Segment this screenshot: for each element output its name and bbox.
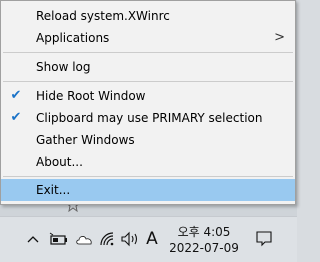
battery-icon[interactable] — [48, 230, 68, 248]
menu-item-clipboard-primary[interactable]: ✔ Clipboard may use PRIMARY selection — [1, 107, 295, 129]
checkmark-icon: ✔ — [10, 88, 22, 103]
menu-item-exit[interactable]: Exit... — [1, 179, 295, 201]
checkmark-icon: ✔ — [10, 110, 22, 125]
menu-item-about[interactable]: About... — [1, 151, 295, 173]
notification-center-icon[interactable] — [256, 231, 272, 247]
system-clock[interactable]: 오후 4:05 2022-07-09 — [166, 224, 242, 256]
menu-separator — [3, 52, 293, 53]
menu-item-label: Reload system.XWinrc — [36, 9, 170, 23]
menu-separator — [3, 176, 293, 177]
menu-item-label: Hide Root Window — [36, 89, 146, 103]
menu-item-gather-windows[interactable]: Gather Windows — [1, 129, 295, 151]
menu-item-applications[interactable]: Applications > — [1, 27, 295, 49]
menu-separator — [3, 81, 293, 82]
menu-item-label: Gather Windows — [36, 133, 135, 147]
menu-item-label: Applications — [36, 31, 110, 45]
ime-language-indicator[interactable]: A — [144, 230, 160, 248]
clock-date: 2022-07-09 — [169, 241, 239, 255]
taskbar: A 오후 4:05 2022-07-09 — [0, 216, 297, 262]
menu-item-label: Clipboard may use PRIMARY selection — [36, 111, 263, 125]
clock-time: 오후 4:05 — [177, 225, 231, 239]
onedrive-cloud-icon[interactable] — [74, 230, 94, 248]
volume-speaker-icon[interactable] — [120, 230, 140, 248]
menu-item-label: Show log — [36, 60, 91, 74]
menu-item-show-log[interactable]: Show log — [1, 56, 295, 78]
menu-item-reload-xwinrc[interactable]: Reload system.XWinrc — [1, 5, 295, 27]
menu-item-label: Exit... — [36, 183, 71, 197]
wifi-icon[interactable] — [98, 230, 116, 248]
xwin-context-menu: Reload system.XWinrc Applications > Show… — [0, 0, 296, 205]
menu-item-label: About... — [36, 155, 83, 169]
show-hidden-icons-chevron-up-icon[interactable] — [26, 230, 40, 248]
submenu-arrow-icon: > — [274, 30, 285, 45]
menu-item-hide-root-window[interactable]: ✔ Hide Root Window — [1, 85, 295, 107]
